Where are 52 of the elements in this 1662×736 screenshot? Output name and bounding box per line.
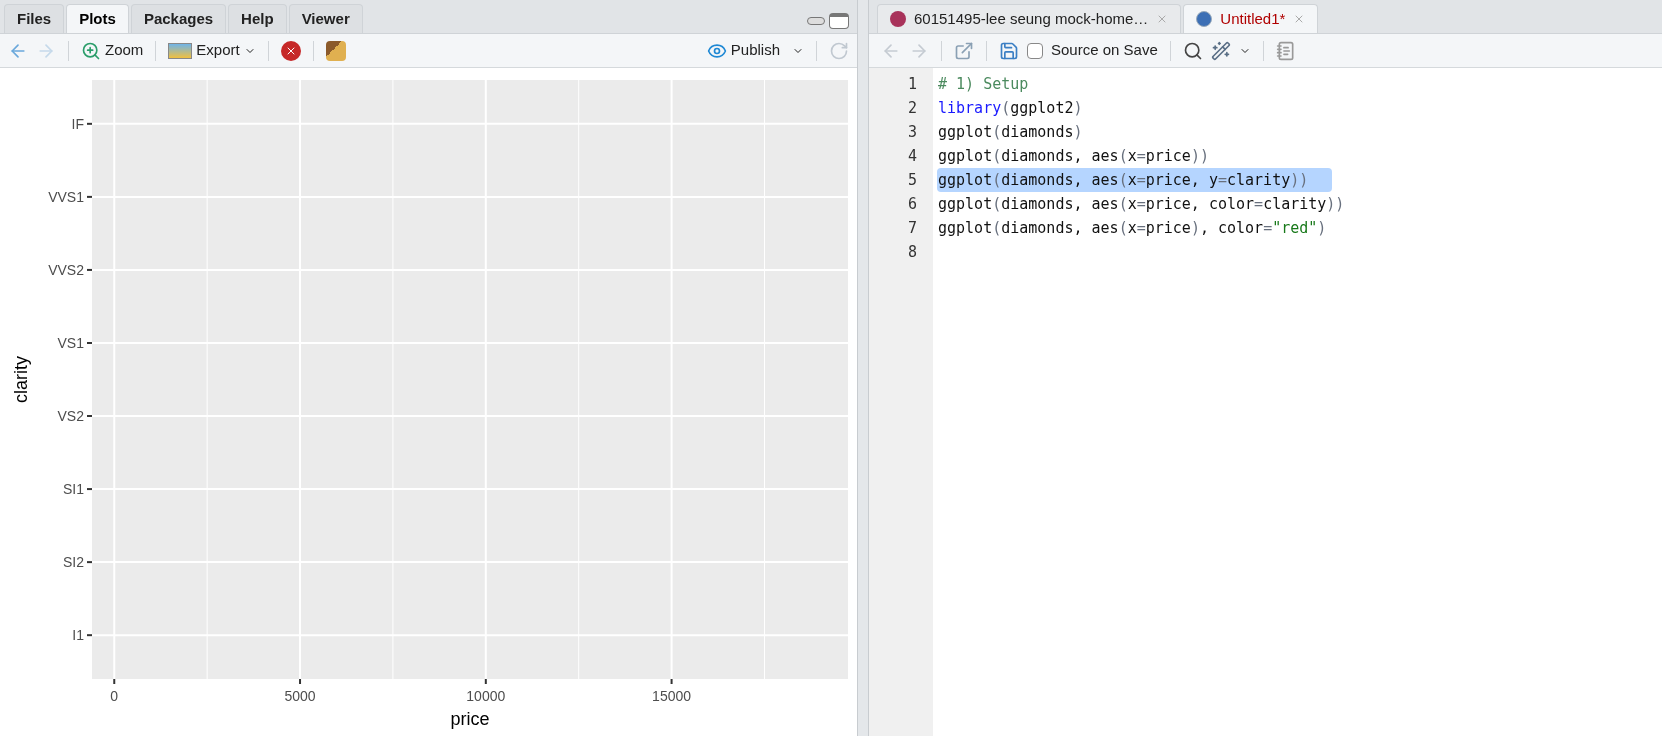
- magic-wand-icon[interactable]: [1210, 40, 1231, 61]
- code-line: ggplot(diamonds): [937, 122, 1084, 143]
- image-icon: [168, 42, 193, 59]
- pane-tab[interactable]: Files: [4, 4, 65, 33]
- x-tick-label: 0: [110, 688, 119, 704]
- code-line: ggplot(diamonds, aes(x=price), color="red"): [937, 218, 1328, 239]
- export-button[interactable]: Export: [168, 39, 256, 62]
- y-tick-label: VVS1: [48, 188, 84, 205]
- editor-tab[interactable]: 60151495-lee seung mock-home…: [877, 4, 1182, 33]
- line-number: 1: [906, 74, 917, 95]
- zoom-button[interactable]: Zoom: [81, 39, 144, 62]
- x-tick-label: 10000: [466, 688, 506, 704]
- line-number: 6: [906, 194, 917, 215]
- x-tick-label: 5000: [284, 688, 316, 704]
- line-number: 8: [906, 242, 917, 263]
- source-on-save-checkbox[interactable]: Source on Save: [1027, 39, 1158, 62]
- y-tick-label: I1: [72, 627, 84, 644]
- notebook-icon[interactable]: [1275, 40, 1296, 61]
- refresh-icon[interactable]: [829, 40, 849, 61]
- code-line: ggplot(diamonds, aes(x=price, color=clarity)): [937, 194, 1346, 215]
- y-tick-label: VVS2: [48, 261, 84, 278]
- line-number: 7: [906, 218, 917, 239]
- code-line: ggplot(diamonds, aes(x=price)): [937, 146, 1210, 167]
- x-tick-label: 15000: [652, 688, 692, 704]
- code-line: # 1) Setup: [937, 74, 1030, 95]
- maximize-icon[interactable]: [829, 13, 849, 29]
- y-tick-label: VS1: [57, 335, 84, 351]
- y-tick-label: SI2: [63, 554, 84, 571]
- line-number: 3: [906, 122, 917, 143]
- save-icon[interactable]: [999, 40, 1019, 61]
- pane-tab[interactable]: Help: [228, 4, 287, 33]
- code-line: library(ggplot2): [937, 98, 1084, 119]
- line-number: 4: [906, 146, 917, 167]
- search-icon[interactable]: [1182, 40, 1203, 61]
- pane-tab[interactable]: Viewer: [288, 4, 363, 33]
- y-tick-label: SI1: [63, 481, 84, 498]
- rmd-file-icon: [890, 11, 906, 27]
- y-tick-label: IF: [71, 115, 84, 132]
- new-window-icon[interactable]: [954, 40, 974, 61]
- x-axis-title: price: [450, 709, 490, 729]
- zoom-icon: [81, 40, 101, 61]
- y-tick-label: VS2: [57, 408, 84, 424]
- line-number: 5: [906, 170, 917, 191]
- y-axis-title: clarity: [11, 356, 31, 403]
- remove-plot-icon[interactable]: [280, 40, 301, 61]
- line-number: 2: [906, 98, 917, 119]
- publish-button[interactable]: Publish: [706, 39, 804, 62]
- minimize-icon[interactable]: [807, 17, 825, 25]
- pane-tab[interactable]: Packages: [130, 4, 227, 33]
- pane-tab[interactable]: Plots: [66, 4, 129, 33]
- r-file-icon: [1196, 11, 1213, 27]
- editor-tab[interactable]: Untitled1*: [1183, 4, 1319, 33]
